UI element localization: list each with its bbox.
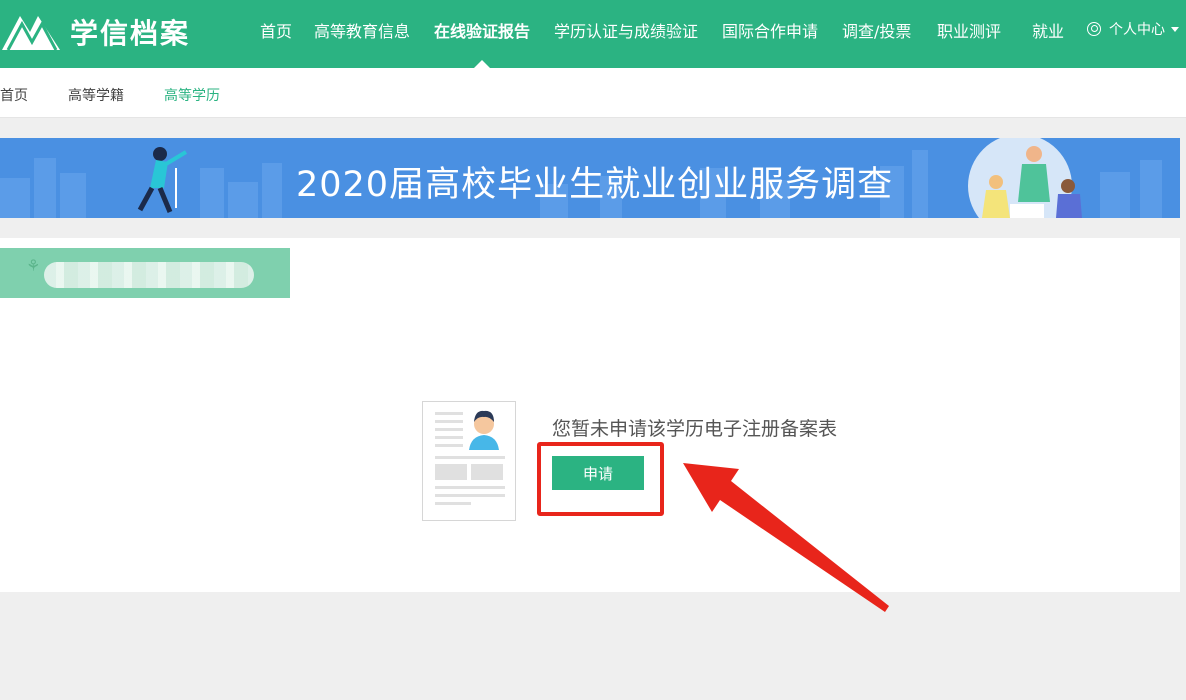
content-card: ⚘ 您暂未申请该学历电子注册备案表 申请 — [0, 238, 1180, 592]
nav-item-career-assessment[interactable]: 职业测评 — [937, 18, 1001, 42]
nav-item-employment[interactable]: 就业 — [1032, 18, 1064, 42]
nav-item-online-verification[interactable]: 在线验证报告 — [434, 18, 530, 42]
sub-navbar: 首页 高等学籍 高等学历 — [0, 68, 1186, 118]
team-illustration — [968, 138, 1082, 218]
user-center-label: 个人中心 — [1109, 22, 1165, 38]
survey-banner[interactable]: 2020届高校毕业生就业创业服务调查 — [0, 138, 1180, 218]
site-logo[interactable]: 学信档案 — [0, 8, 190, 56]
leaf-icon: ⚘ — [26, 256, 41, 275]
annotation-highlight-box — [537, 442, 664, 516]
book-logo-icon — [2, 16, 60, 51]
subnav-higher-enrollment[interactable]: 高等学籍 — [68, 85, 124, 105]
logo-text: 学信档案 — [70, 17, 191, 50]
subnav-home[interactable]: 首页 — [0, 85, 28, 105]
redacted-name — [44, 262, 254, 288]
registration-form-illustration — [422, 401, 516, 521]
nav-item-higher-education-info[interactable]: 高等教育信息 — [314, 18, 410, 42]
nav-item-degree-authentication[interactable]: 学历认证与成绩验证 — [554, 18, 698, 42]
user-center-menu[interactable]: 个人中心 — [1087, 19, 1179, 39]
nav-item-survey-vote[interactable]: 调查/投票 — [842, 18, 911, 42]
user-icon — [1087, 22, 1101, 36]
subnav-higher-degree[interactable]: 高等学历 — [164, 85, 220, 105]
student-name-tab[interactable]: ⚘ — [0, 248, 290, 298]
document-avatar-icon — [435, 410, 505, 505]
nav-item-international-cooperation[interactable]: 国际合作申请 — [722, 18, 818, 42]
top-navbar: 学信档案 首页 高等教育信息 在线验证报告 学历认证与成绩验证 国际合作申请 调… — [0, 0, 1186, 68]
nav-item-home[interactable]: 首页 — [260, 18, 292, 42]
banner-title: 2020届高校毕业生就业创业服务调查 — [296, 165, 894, 205]
active-nav-indicator — [474, 60, 490, 68]
chevron-down-icon — [1171, 26, 1179, 32]
empty-state-message: 您暂未申请该学历电子注册备案表 — [552, 418, 838, 440]
runner-illustration — [137, 147, 188, 213]
